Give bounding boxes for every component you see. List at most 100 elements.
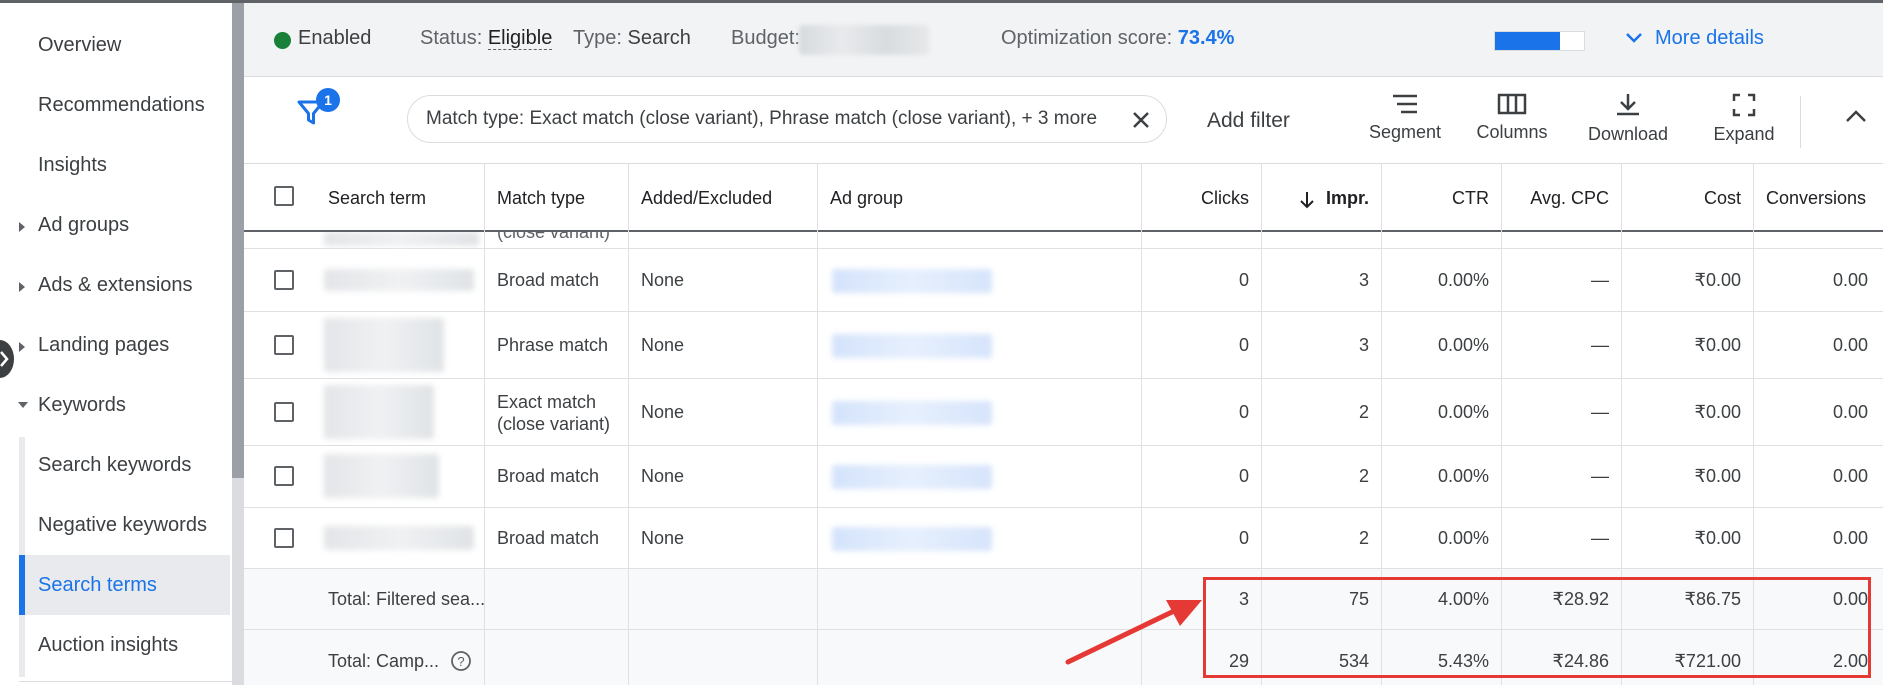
expand-label: Expand [1713,124,1775,144]
match-type-line1: Exact match [497,392,597,412]
close-icon[interactable] [1130,109,1152,131]
chevron-up-icon[interactable] [1844,108,1868,124]
optimization-progress-fill [1495,32,1561,50]
download-label: Download [1587,124,1669,144]
match-type-line2: (close variant) [497,414,611,434]
row-checkbox[interactable] [274,335,294,355]
chevron-right-icon [0,351,9,367]
ctr-cell: 0.00% [1437,528,1489,548]
column-header-added-excluded[interactable]: Added/Excluded [641,188,772,209]
ad-group-link-redacted[interactable] [832,401,992,425]
added-excluded-cell[interactable]: None [641,466,684,487]
ad-group-link-redacted[interactable] [832,334,992,358]
match-type-cell: (close variant) [497,232,611,242]
svg-text:?: ? [457,654,464,669]
expand-arrow-icon[interactable] [19,282,25,292]
table-row[interactable]: Broad match None 0 2 0.00% — ₹0.00 0.00 [244,446,1883,508]
status-value[interactable]: Eligible [487,27,553,50]
expand-button[interactable]: Expand [1704,92,1784,145]
filter-chip[interactable]: Match type: Exact match (close variant),… [407,95,1167,143]
table-row[interactable]: Phrase match None 0 3 0.00% — ₹0.00 0.00 [244,312,1883,379]
segment-button[interactable]: Segment [1365,92,1445,143]
row-checkbox[interactable] [274,528,294,548]
match-type-cell: Broad match [497,270,600,290]
column-divider [484,232,485,685]
status-label: Status: [420,27,483,49]
add-filter-button[interactable]: Add filter [1207,109,1290,133]
type-label: Type: [573,27,622,49]
sidebar-item-insights[interactable]: Insights [38,154,107,177]
expand-arrow-icon[interactable] [19,222,25,232]
column-header-search-term[interactable]: Search term [328,188,426,209]
added-excluded-cell[interactable]: None [641,335,684,356]
expand-arrow-icon[interactable] [19,342,25,352]
column-header-conversions[interactable]: Conversions [1766,188,1882,209]
cost-cell: ₹0.00 [1694,270,1742,290]
segment-icon [1393,94,1417,114]
column-header-avg-cpc[interactable]: Avg. CPC [1501,188,1609,209]
columns-icon [1497,93,1527,115]
column-header-cost[interactable]: Cost [1621,188,1741,209]
download-button[interactable]: Download [1582,92,1674,145]
optimization-value[interactable]: 73.4% [1178,27,1235,49]
budget-field: Budget: [731,27,800,50]
sidebar-scrollbar-thumb[interactable] [232,3,244,478]
row-checkbox[interactable] [274,466,294,486]
sidebar-toggle-button[interactable] [0,340,14,378]
search-term-redacted [324,385,434,439]
match-type-cell: Phrase match [497,335,609,355]
more-details-button[interactable]: More details [1626,27,1764,50]
table-row[interactable]: Broad match None 0 3 0.00% — ₹0.00 0.00 [244,249,1883,312]
sidebar-item-landing-pages[interactable]: Landing pages [38,334,169,357]
sidebar-item-search-keywords[interactable]: Search keywords [38,454,191,477]
more-details-label: More details [1655,27,1764,49]
type-field: Type: Search [573,27,691,50]
added-excluded-cell[interactable]: None [641,270,684,291]
clicks-cell: 0 [1238,402,1249,422]
sidebar-item-auction-insights[interactable]: Auction insights [38,634,178,657]
ad-group-link-redacted[interactable] [832,269,992,293]
status-field: Status: Eligible [420,27,553,50]
table-row[interactable]: Broad match None 0 2 0.00% — ₹0.00 0.00 [244,508,1883,569]
columns-button[interactable]: Columns [1470,92,1554,143]
conversions-cell: 0.00 [1832,335,1868,355]
table-header: Search term Match type Added/Excluded Ad… [244,164,1883,232]
conversions-cell: 0.00 [1832,528,1868,548]
select-all-checkbox[interactable] [274,186,294,206]
sidebar-item-overview[interactable]: Overview [38,34,121,57]
ad-group-link-redacted[interactable] [832,465,992,489]
column-header-ctr[interactable]: CTR [1381,188,1489,209]
table-row[interactable]: Exact match (close variant) None 0 2 0.0… [244,379,1883,446]
added-excluded-cell[interactable]: None [641,402,684,423]
row-checkbox[interactable] [274,402,294,422]
conversions-cell: 0.00 [1832,466,1868,486]
sidebar-item-negative-keywords[interactable]: Negative keywords [38,514,207,537]
total-label: Total: Camp... [328,651,440,671]
sidebar-item-keywords[interactable]: Keywords [38,394,126,417]
column-header-match-type[interactable]: Match type [497,188,585,209]
column-header-impr[interactable]: Impr. [1261,188,1369,209]
sidebar-item-search-terms[interactable]: Search terms [38,574,157,597]
clicks-cell: 0 [1238,466,1249,486]
sidebar-item-recommendations[interactable]: Recommendations [38,94,205,117]
columns-label: Columns [1476,122,1548,142]
column-divider [628,232,629,685]
sidebar-divider [19,681,232,682]
ctr-cell: 0.00% [1437,466,1489,486]
table-toolbar: 1 Match type: Exact match (close variant… [244,78,1883,164]
status-enabled[interactable]: Enabled [298,27,371,50]
column-header-clicks[interactable]: Clicks [1141,188,1249,209]
search-term-redacted [324,232,479,246]
search-term-redacted [324,318,444,372]
sidebar-item-ad-groups[interactable]: Ad groups [38,214,129,237]
sidebar-item-ads-extensions[interactable]: Ads & extensions [38,274,193,297]
help-icon[interactable]: ? [450,650,472,672]
column-divider [817,164,818,232]
row-checkbox[interactable] [274,270,294,290]
added-excluded-cell[interactable]: None [641,528,684,549]
expand-icon [1732,93,1756,117]
ad-group-link-redacted[interactable] [832,527,992,551]
collapse-arrow-icon[interactable] [18,402,28,408]
sidebar-active-indicator [19,555,25,615]
column-header-ad-group[interactable]: Ad group [830,188,903,209]
